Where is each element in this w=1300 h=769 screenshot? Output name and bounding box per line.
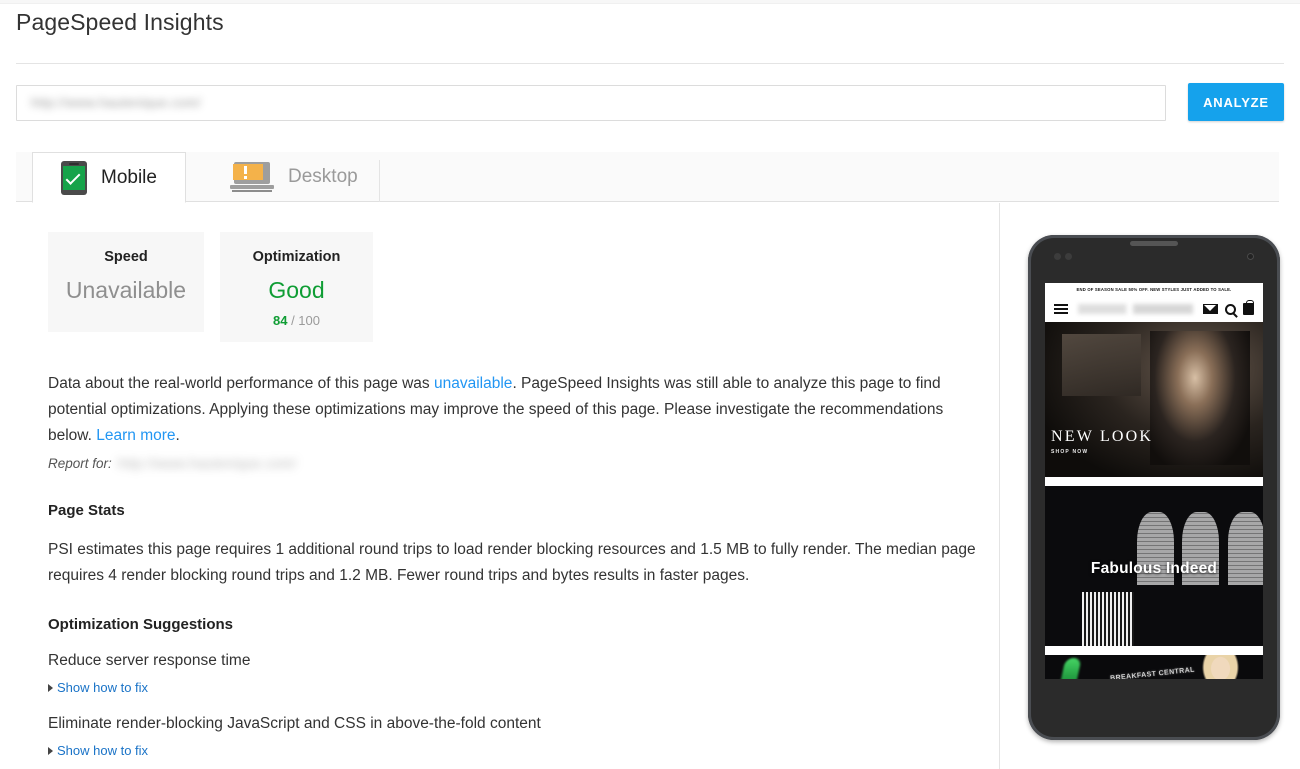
- summary-text-3: .: [175, 427, 180, 444]
- report-for: Report for: http://www.hautenique.com/: [48, 456, 297, 471]
- speed-card: Speed Unavailable: [48, 232, 204, 332]
- url-row: http://www.hautenique.com/ ANALYZE: [16, 83, 1284, 121]
- show-how-to-fix-1[interactable]: Show how to fix: [48, 680, 148, 695]
- preview-hero-2-title: Fabulous Indeed: [1090, 559, 1218, 577]
- shopping-bag-icon[interactable]: [1243, 300, 1254, 315]
- header-divider: [16, 63, 1284, 64]
- desktop-warning-icon: [230, 161, 274, 193]
- hamburger-icon[interactable]: [1054, 302, 1068, 316]
- preview-navbar: [1045, 296, 1263, 322]
- phone-sensor-icon: [1065, 253, 1072, 260]
- page-stats-body: PSI estimates this page requires 1 addit…: [48, 541, 976, 584]
- preview-site-logo: [1078, 304, 1193, 314]
- phone-screen: END OF SEASON SALE 50% OFF. NEW STYLES J…: [1045, 283, 1263, 679]
- preview-hero-1: NEW LOOK SHOP NOW: [1045, 322, 1263, 477]
- phone-speaker-icon: [1130, 241, 1178, 246]
- tab-desktop-label: Desktop: [288, 166, 358, 187]
- device-tabbar: Mobile Desktop: [16, 152, 1279, 203]
- optimization-score-separator: /: [287, 313, 299, 328]
- summary-text-1: Data about the real-world performance of…: [48, 375, 434, 392]
- suggestions-heading: Optimization Suggestions: [48, 616, 234, 633]
- optimization-card: Optimization Good 84 / 100: [220, 232, 373, 342]
- neon-light-icon: [1058, 658, 1083, 679]
- url-input[interactable]: http://www.hautenique.com/: [16, 85, 1166, 121]
- preview-nav-icons: [1203, 300, 1254, 315]
- mail-icon[interactable]: [1203, 304, 1218, 314]
- suggestion-title-1: Reduce server response time: [48, 652, 251, 669]
- show-how-to-fix-2[interactable]: Show how to fix: [48, 743, 148, 758]
- phone-camera-icon: [1247, 253, 1254, 260]
- preview-gap: [1045, 646, 1263, 655]
- pagespeed-insights-page: PageSpeed Insights http://www.hautenique…: [0, 0, 1300, 769]
- search-icon[interactable]: [1225, 303, 1236, 315]
- tab-mobile-label: Mobile: [101, 166, 157, 188]
- show-how-to-fix-1-label: Show how to fix: [57, 680, 149, 695]
- tab-separator: [379, 160, 380, 202]
- preview-hero-3-sign: BREAKFAST CENTRAL: [1110, 666, 1196, 679]
- optimization-card-value: Good: [268, 277, 325, 303]
- column-divider: [999, 203, 1000, 769]
- preview-promo-banner: END OF SEASON SALE 50% OFF. NEW STYLES J…: [1045, 283, 1263, 296]
- learn-more-link[interactable]: Learn more: [96, 427, 175, 444]
- caret-right-icon: [48, 683, 53, 692]
- summary-paragraph: Data about the real-world performance of…: [48, 371, 984, 449]
- tab-mobile[interactable]: Mobile: [32, 152, 186, 203]
- speed-card-label: Speed: [104, 249, 148, 265]
- report-for-url: http://www.hautenique.com/: [117, 456, 297, 471]
- speed-card-value: Unavailable: [65, 277, 187, 303]
- optimization-score-number: 84: [272, 313, 288, 328]
- preview-hero-1-subtitle: SHOP NOW: [1051, 449, 1089, 455]
- phone-bezel-bottom: [1028, 680, 1280, 740]
- preview-hero-2: Fabulous Indeed: [1045, 486, 1263, 646]
- top-strip: [0, 0, 1300, 4]
- analyze-button[interactable]: ANALYZE: [1188, 83, 1284, 121]
- page-stats-heading: Page Stats: [48, 502, 125, 519]
- mobile-check-icon: [61, 160, 87, 195]
- optimization-score-max: 100: [298, 313, 320, 328]
- phone-bezel-top: [1028, 235, 1280, 280]
- mobile-preview-phone: END OF SEASON SALE 50% OFF. NEW STYLES J…: [1028, 235, 1280, 740]
- phone-sensor-icon: [1054, 253, 1061, 260]
- preview-hero-1-text: NEW LOOK SHOP NOW: [1051, 428, 1153, 455]
- report-for-label: Report for:: [48, 456, 112, 471]
- preview-gap: [1045, 477, 1263, 486]
- preview-hero-1-title: NEW LOOK: [1051, 428, 1154, 445]
- optimization-card-label: Optimization: [252, 249, 341, 265]
- unavailable-link[interactable]: unavailable: [434, 375, 512, 392]
- preview-hero-3: BREAKFAST CENTRAL: [1045, 655, 1263, 679]
- show-how-to-fix-2-label: Show how to fix: [57, 743, 149, 758]
- caret-right-icon: [48, 746, 53, 755]
- tab-desktop[interactable]: Desktop: [202, 152, 386, 202]
- page-title: PageSpeed Insights: [16, 9, 224, 35]
- url-input-value: http://www.hautenique.com/: [31, 95, 202, 110]
- optimization-score: 84 / 100: [220, 313, 373, 328]
- suggestion-title-2: Eliminate render-blocking JavaScript and…: [48, 715, 541, 732]
